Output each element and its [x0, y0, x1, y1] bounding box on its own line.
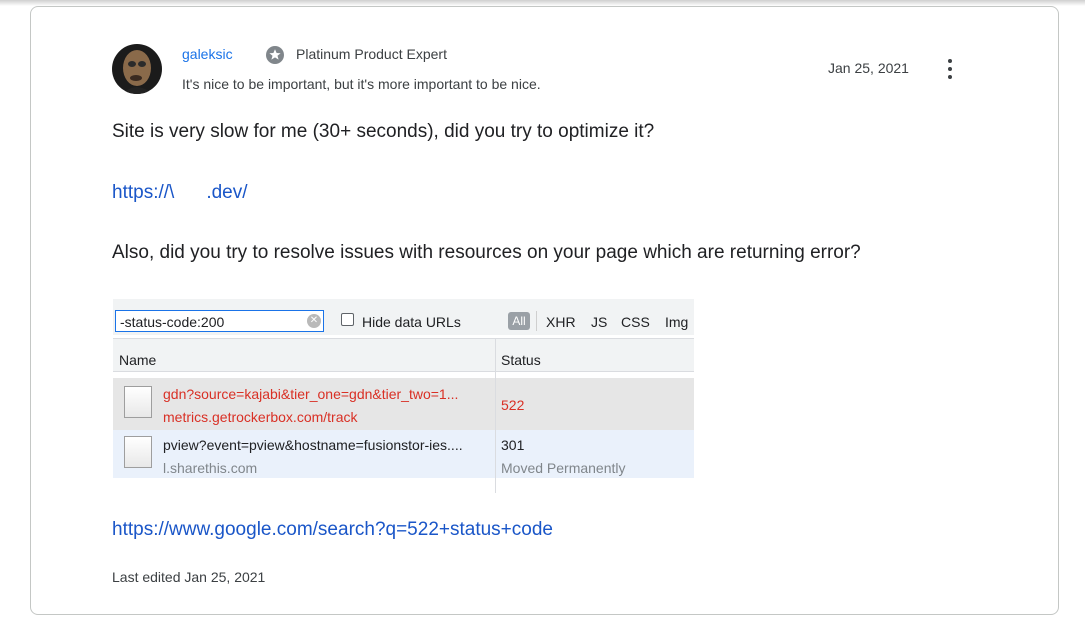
user-avatar[interactable] — [112, 44, 162, 94]
request-domain: l.sharethis.com — [163, 460, 258, 476]
table-row[interactable]: gdn?source=kajabi&tier_one=gdn&tier_two=… — [113, 378, 694, 430]
devtools-network-screenshot: -status-code:200 ✕ Hide data URLs All XH… — [113, 299, 694, 493]
network-table-header: Name Status — [113, 338, 694, 372]
request-domain: metrics.getrockerbox.com/track — [163, 409, 358, 425]
filter-all-button[interactable]: All — [508, 312, 530, 330]
star-badge-icon — [266, 46, 284, 64]
more-options-button[interactable] — [938, 57, 962, 81]
hide-data-urls-label: Hide data URLs — [362, 314, 461, 330]
author-tagline: It's nice to be important, but it's more… — [182, 76, 541, 92]
hide-data-urls-checkbox[interactable] — [341, 313, 354, 326]
filter-value: -status-code:200 — [120, 314, 225, 330]
filter-xhr-button[interactable]: XHR — [546, 314, 576, 330]
site-link[interactable]: https://\ .dev/ — [112, 182, 248, 204]
request-status-text: Moved Permanently — [501, 460, 626, 476]
file-icon — [124, 386, 152, 418]
column-status-header[interactable]: Status — [501, 352, 541, 368]
column-divider — [495, 338, 496, 493]
google-search-link[interactable]: https://www.google.com/search?q=522+stat… — [112, 519, 553, 541]
clear-filter-icon[interactable]: ✕ — [307, 314, 321, 328]
filter-css-button[interactable]: CSS — [621, 314, 650, 330]
more-vert-icon — [948, 59, 952, 63]
filter-input[interactable]: -status-code:200 ✕ — [115, 310, 324, 332]
author-name-link[interactable]: galeksic — [182, 46, 233, 62]
request-status: 301 — [501, 437, 525, 453]
table-row[interactable]: pview?event=pview&hostname=fusionstor-ie… — [113, 430, 694, 478]
request-name: gdn?source=kajabi&tier_one=gdn&tier_two=… — [163, 386, 459, 402]
request-name: pview?event=pview&hostname=fusionstor-ie… — [163, 437, 463, 453]
expert-badge-label: Platinum Product Expert — [296, 46, 447, 62]
site-link-end: .dev/ — [206, 182, 248, 203]
post-paragraph-2: Also, did you try to resolve issues with… — [112, 242, 861, 263]
reply-card: galeksic Platinum Product Expert It's ni… — [30, 6, 1059, 615]
filter-img-button[interactable]: Img — [665, 314, 688, 330]
filter-js-button[interactable]: JS — [591, 314, 607, 330]
toolbar-divider — [536, 311, 537, 331]
site-link-start: https://\ — [112, 182, 175, 203]
column-name-header[interactable]: Name — [119, 352, 156, 368]
file-icon — [124, 436, 152, 468]
request-status: 522 — [501, 397, 525, 413]
network-toolbar: -status-code:200 ✕ Hide data URLs All XH… — [113, 299, 694, 335]
last-edited-label: Last edited Jan 25, 2021 — [112, 569, 266, 585]
post-date: Jan 25, 2021 — [828, 60, 909, 76]
post-paragraph-1: Site is very slow for me (30+ seconds), … — [112, 121, 655, 142]
